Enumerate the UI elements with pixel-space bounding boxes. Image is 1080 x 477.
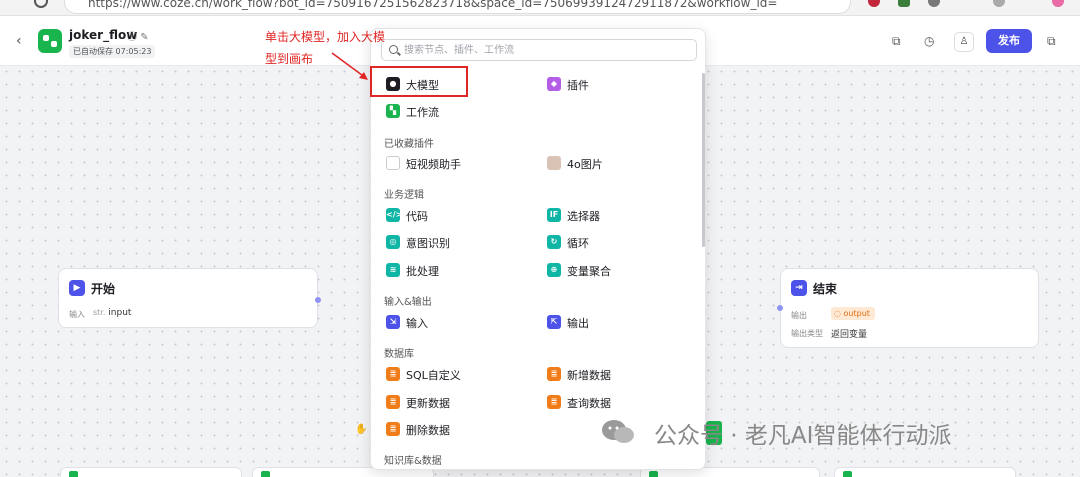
image-icon (547, 156, 561, 170)
panel-item-label: 更新数据 (406, 397, 450, 410)
panel-item-label: 批处理 (406, 265, 439, 278)
update-data-icon: ≣ (386, 395, 400, 409)
url-text[interactable]: https://www.coze.cn/work_flow?bot_id=750… (88, 0, 778, 10)
end-output-type-label: 输出类型 (791, 329, 823, 338)
section-title: 数据库 (384, 349, 414, 360)
section-title: 已收藏插件 (384, 139, 434, 150)
intent-icon: ◎ (386, 235, 400, 249)
end-node[interactable]: ⇥ 结束 输出 ◌ output 输出类型 返回变量 (780, 268, 1039, 348)
end-output-type-value: 返回变量 (831, 330, 868, 340)
publish-button[interactable]: 发布 (986, 29, 1032, 53)
wechat-icon (602, 420, 634, 443)
workflow-icon: ▚ (386, 104, 400, 118)
panel-item-label: 短视频助手 (406, 158, 461, 171)
annotation-arrow (331, 52, 368, 80)
panel-item-label: 意图识别 (406, 237, 450, 250)
start-input-label: 输入 (69, 310, 85, 319)
panel-item-label: 工作流 (406, 106, 439, 119)
delete-data-icon: ≣ (386, 422, 400, 436)
panel-item-label: 查询数据 (567, 397, 611, 410)
edit-icon[interactable]: ✎ (140, 32, 148, 43)
start-node-title: 开始 (91, 282, 116, 296)
highlight-box (370, 66, 468, 97)
condition-icon: IF (547, 208, 561, 222)
panel-item-label: 删除数据 (406, 424, 450, 437)
panel-item-label: 选择器 (567, 210, 600, 223)
panel-item-label: 新增数据 (567, 369, 611, 382)
browser-toolbar: https://www.coze.cn/work_flow?bot_id=750… (0, 0, 1080, 16)
end-output-variable: ◌ output (831, 307, 875, 320)
workflow-logo-icon (38, 29, 62, 53)
plugin-icon: ◆ (547, 77, 561, 91)
history-icon[interactable]: ◷ (924, 34, 934, 48)
more-icon[interactable]: ⧉ (1047, 34, 1056, 49)
variable-type: str. (93, 308, 106, 317)
hand-tool-icon[interactable]: ✋ (355, 424, 369, 438)
extensions-icon[interactable] (928, 0, 940, 7)
node-icon (843, 471, 852, 477)
node-icon (69, 471, 78, 477)
node-icon (261, 471, 270, 477)
reload-icon[interactable] (34, 0, 48, 8)
panel-item-label: 循环 (567, 237, 589, 250)
variable-name: input (108, 308, 132, 318)
input-icon: ⇲ (386, 315, 400, 329)
end-output-label: 输出 (791, 311, 807, 320)
panel-scrollbar[interactable] (702, 73, 705, 247)
sql-icon: ≣ (386, 367, 400, 381)
extension-icon[interactable] (898, 0, 910, 7)
copy-icon[interactable]: ⧉ (892, 34, 901, 49)
profile-avatar-icon[interactable] (993, 0, 1005, 7)
query-data-icon: ≣ (547, 395, 561, 409)
panel-item-label: SQL自定义 (406, 369, 461, 382)
node-search-input[interactable] (404, 42, 684, 58)
partial-node[interactable] (834, 467, 1016, 477)
start-input-variable: str. input (93, 308, 131, 318)
chevron-left-icon[interactable]: ‹ (16, 33, 22, 49)
title-actions: ⓘ ✎ (127, 28, 149, 43)
end-input-port[interactable] (777, 305, 783, 311)
section-title: 知识库&数据 (384, 456, 442, 467)
variable-name: output (843, 309, 870, 318)
variable-merge-icon: ⊕ (547, 263, 561, 277)
autosave-status: 已自动保存 07:05:23 (69, 45, 156, 58)
copilot-icon[interactable] (1052, 0, 1064, 7)
section-title: 输入&输出 (384, 297, 432, 308)
panel-item-label: 4o图片 (567, 158, 603, 171)
short-video-icon (386, 156, 400, 170)
end-icon: ⇥ (791, 280, 807, 296)
section-title: 业务逻辑 (384, 190, 424, 201)
panel-item-label: 输入 (406, 317, 428, 330)
panel-item-label: 插件 (567, 79, 589, 92)
output-icon: ⇱ (547, 315, 561, 329)
info-icon[interactable]: ⓘ (127, 32, 137, 43)
code-icon: </> (386, 208, 402, 222)
node-icon (649, 471, 658, 477)
watermark-text: 公众号 · 老凡AI智能体行动派 (654, 423, 952, 449)
start-output-port[interactable] (315, 297, 321, 303)
start-node[interactable]: ▶ 开始 输入 str. input (58, 268, 318, 328)
loop-icon: ↻ (547, 235, 561, 249)
batch-icon: ≋ (386, 263, 400, 277)
add-data-icon: ≣ (547, 367, 561, 381)
end-node-title: 结束 (813, 282, 838, 296)
partial-node[interactable] (60, 467, 242, 477)
start-icon: ▶ (69, 280, 85, 296)
panel-item-label: 输出 (567, 317, 589, 330)
extension-icon[interactable] (868, 0, 880, 7)
node-search[interactable] (381, 39, 697, 61)
collaborator-icon[interactable]: ♙ (954, 32, 974, 52)
panel-item-label: 变量聚合 (567, 265, 611, 278)
panel-item-label: 代码 (406, 210, 428, 223)
